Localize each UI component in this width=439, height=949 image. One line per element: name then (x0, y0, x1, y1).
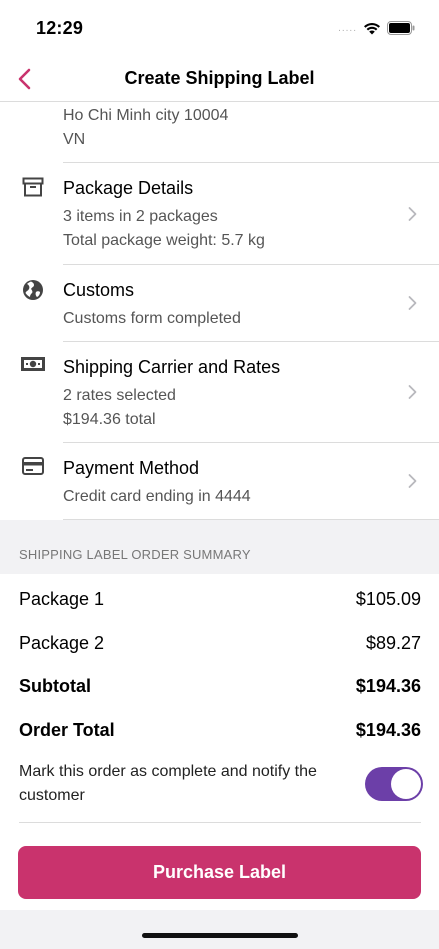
row-title: Shipping Carrier and Rates (63, 357, 281, 377)
chevron-right-icon (408, 385, 417, 399)
order-total-label: Order Total (19, 719, 115, 740)
status-time: 12:29 (36, 17, 84, 38)
credit-card-icon (21, 457, 44, 475)
subtotal-label: Subtotal (19, 676, 91, 697)
bottom-safe-area (0, 910, 439, 949)
battery-icon (387, 21, 415, 35)
row-subtitle: Total package weight: 5.7 kg (63, 232, 265, 249)
package-details-row[interactable]: Package Details 3 items in 2 packages To… (0, 163, 439, 265)
status-bar: 12:29 ..... (0, 0, 439, 56)
navigation-bar: Create Shipping Label (0, 56, 439, 102)
subtotal-value: $194.36 (355, 676, 421, 697)
chevron-right-icon (408, 474, 417, 488)
home-indicator[interactable] (142, 933, 298, 938)
row-subtitle: Credit card ending in 4444 (63, 488, 251, 505)
content: Ho Chi Minh city 10004 VN Package Detail… (0, 103, 439, 823)
summary-row: Package 1 $105.09 (19, 578, 421, 622)
summary-label: Package 2 (19, 632, 105, 653)
row-subtitle: Customs form completed (63, 310, 241, 327)
order-total-value: $194.36 (355, 719, 421, 740)
purchase-area: Purchase Label (0, 828, 439, 912)
order-total-row: Order Total $194.36 (19, 709, 421, 753)
page-title: Create Shipping Label (124, 68, 315, 88)
back-button[interactable] (10, 64, 38, 94)
row-title: Payment Method (63, 458, 200, 478)
money-icon (20, 357, 45, 371)
cellular-signal-icon: ..... (338, 22, 357, 34)
row-subtitle: 2 rates selected (63, 387, 176, 404)
purchase-label-button[interactable]: Purchase Label (18, 846, 421, 899)
shipping-carrier-rates-row[interactable]: Shipping Carrier and Rates 2 rates selec… (0, 342, 439, 443)
chevron-left-icon (18, 68, 31, 90)
row-title: Customs (63, 280, 135, 300)
subtotal-row: Subtotal $194.36 (19, 665, 421, 709)
address-line: VN (63, 131, 86, 148)
archive-box-icon (22, 177, 43, 197)
row-subtitle: $194.36 total (63, 411, 156, 428)
summary-label: Package 1 (19, 589, 105, 610)
payment-method-row[interactable]: Payment Method Credit card ending in 444… (0, 443, 439, 520)
summary-value: $89.27 (365, 632, 421, 653)
address-line: Ho Chi Minh city 10004 (63, 107, 229, 124)
summary-section-header: SHIPPING LABEL ORDER SUMMARY (0, 520, 439, 574)
row-subtitle: 3 items in 2 packages (63, 208, 218, 225)
row-title: Package Details (63, 178, 194, 198)
wifi-icon (364, 22, 380, 35)
summary-value: $105.09 (355, 589, 421, 610)
chevron-right-icon (408, 206, 417, 221)
notify-customer-toggle[interactable] (365, 767, 423, 801)
toggle-knob (391, 769, 421, 799)
chevron-right-icon (408, 296, 417, 310)
notify-customer-label: Mark this order as complete and notify t… (19, 763, 317, 804)
status-icons: ..... (338, 21, 415, 35)
summary-row: Package 2 $89.27 (19, 622, 421, 666)
order-summary: Package 1 $105.09 Package 2 $89.27 Subto… (0, 574, 439, 823)
customs-row[interactable]: Customs Customs form completed (0, 265, 439, 342)
address-block: Ho Chi Minh city 10004 VN (0, 103, 439, 163)
globe-icon (22, 280, 43, 300)
notify-customer-row: Mark this order as complete and notify t… (19, 752, 423, 823)
